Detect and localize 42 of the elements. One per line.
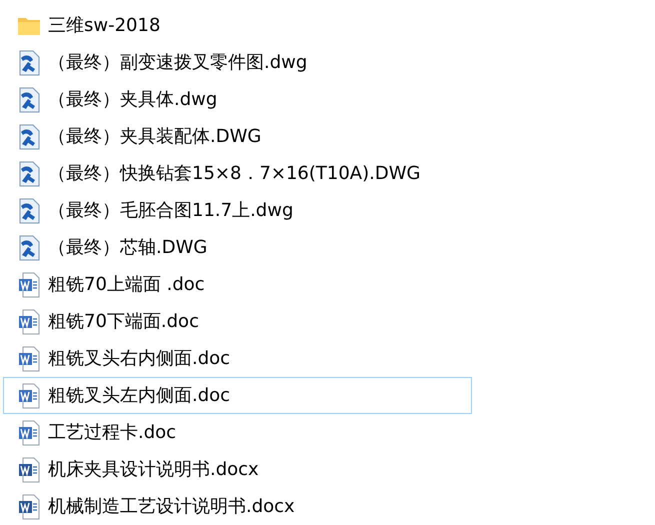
file-name: （最终）毛胚合图11.7上.dwg	[48, 199, 294, 223]
drawing-file-icon	[18, 234, 40, 260]
drawing-file-icon	[18, 86, 40, 112]
file-name: （最终）夹具装配体.DWG	[48, 125, 262, 149]
file-name: （最终）副变速拨叉零件图.dwg	[48, 51, 308, 75]
file-name: 机床夹具设计说明书.docx	[48, 458, 259, 482]
file-name: 工艺过程卡.doc	[48, 421, 176, 445]
file-item[interactable]: 工艺过程卡.doc	[3, 414, 472, 451]
drawing-file-icon	[18, 50, 40, 76]
drawing-file-icon	[18, 198, 40, 224]
file-item[interactable]: （最终）副变速拨叉零件图.dwg	[3, 44, 472, 81]
file-item[interactable]: 粗铣70下端面.doc	[3, 303, 472, 340]
file-item[interactable]: 粗铣叉头左内侧面.doc	[3, 377, 472, 414]
file-name: 粗铣叉头右内侧面.doc	[48, 347, 230, 371]
file-name: （最终）芯轴.DWG	[48, 236, 208, 260]
file-item[interactable]: （最终）夹具装配体.DWG	[3, 118, 472, 155]
file-item[interactable]: （最终）快换钻套15×8．7×16(T10A).DWG	[3, 155, 472, 192]
file-item[interactable]: 粗铣叉头右内侧面.doc	[3, 340, 472, 377]
file-name: 粗铣70上端面 .doc	[48, 273, 205, 297]
file-item[interactable]: 机械制造工艺设计说明书.docx	[3, 488, 472, 525]
file-item[interactable]: （最终）毛胚合图11.7上.dwg	[3, 192, 472, 229]
drawing-file-icon	[18, 124, 40, 150]
word-document-icon	[18, 382, 40, 408]
file-item[interactable]: 三维sw-2018	[3, 7, 472, 44]
word-document-icon	[18, 494, 40, 520]
file-item[interactable]: （最终）夹具体.dwg	[3, 81, 472, 118]
file-name: （最终）夹具体.dwg	[48, 88, 218, 112]
file-item[interactable]: 机床夹具设计说明书.docx	[3, 451, 472, 488]
word-document-icon	[18, 346, 40, 372]
drawing-file-icon	[18, 160, 40, 186]
file-name: 粗铣叉头左内侧面.doc	[48, 384, 230, 408]
file-item[interactable]: （最终）芯轴.DWG	[3, 229, 472, 266]
folder-icon	[17, 16, 41, 36]
file-item[interactable]: 粗铣70上端面 .doc	[3, 266, 472, 303]
file-name: 三维sw-2018	[48, 14, 160, 38]
word-document-icon	[18, 308, 40, 334]
word-document-icon	[18, 420, 40, 446]
word-document-icon	[18, 456, 40, 482]
file-name: 粗铣70下端面.doc	[48, 310, 199, 334]
file-name: （最终）快换钻套15×8．7×16(T10A).DWG	[48, 162, 420, 186]
file-name: 机械制造工艺设计说明书.docx	[48, 495, 295, 519]
word-document-icon	[18, 272, 40, 298]
